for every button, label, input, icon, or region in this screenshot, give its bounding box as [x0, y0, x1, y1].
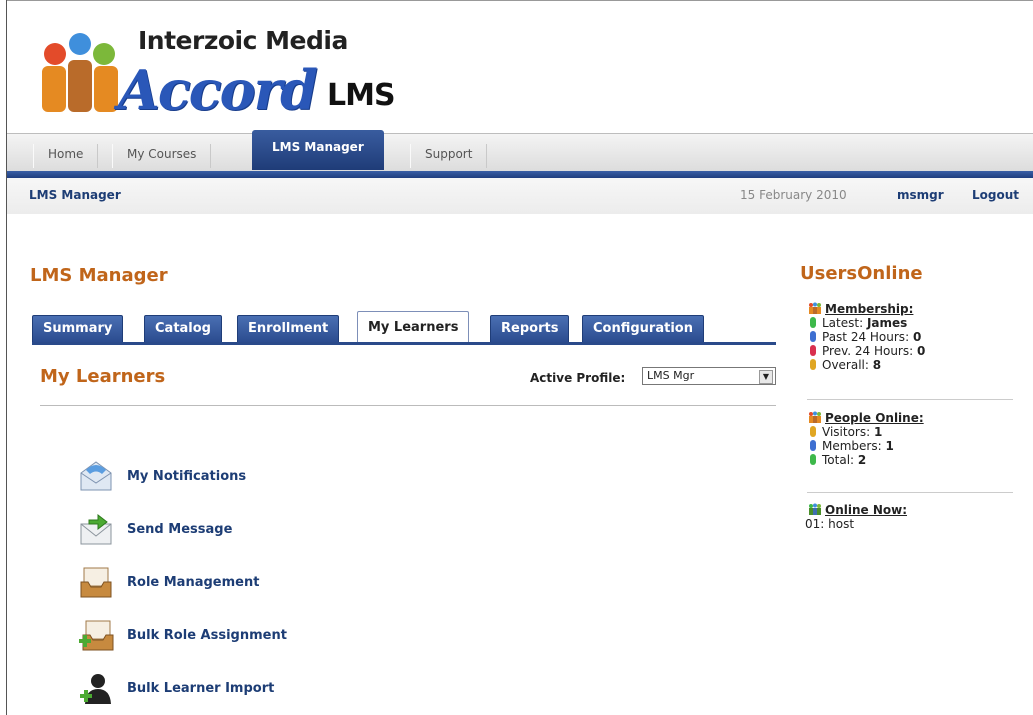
top-navigation: Home My Courses LMS Manager Support: [7, 130, 1033, 172]
prev24-label: Prev. 24 Hours:: [822, 344, 914, 358]
yellow-pin-icon: [810, 426, 816, 437]
inbox-tray-icon: [80, 567, 112, 598]
group-icon: [809, 503, 821, 515]
brand-product-suffix: LMS: [327, 78, 396, 113]
blue-pin-icon: [810, 440, 816, 451]
window-left-border: [6, 0, 7, 715]
inbox-tray-add-icon: [79, 620, 114, 651]
visitors-value: 1: [873, 425, 883, 439]
link-label: My Notifications: [127, 469, 247, 484]
nav-tab-lms-manager[interactable]: LMS Manager: [252, 130, 384, 170]
group-icon: [809, 411, 821, 423]
logout-link[interactable]: Logout: [972, 188, 1019, 202]
username-link[interactable]: msmgr: [897, 188, 944, 202]
divider: [40, 405, 776, 406]
manager-tabs: Summary Catalog Enrollment My Learners R…: [32, 311, 776, 344]
site-logo[interactable]: Interzoic Media Accord LMS: [40, 20, 440, 122]
membership-block: Membership: Latest: James Past 24 Hours:…: [808, 302, 925, 372]
window-top-border: [6, 0, 1033, 1]
tab-configuration[interactable]: Configuration: [582, 315, 704, 343]
latest-value: James: [866, 316, 908, 330]
nav-tab-home[interactable]: Home: [33, 144, 99, 168]
chevron-down-icon: ▼: [759, 370, 773, 384]
people-online-heading-label: People Online:: [825, 411, 924, 425]
past24-label: Past 24 Hours:: [822, 330, 910, 344]
people-visitors: Visitors: 1: [808, 425, 924, 439]
divider: [807, 492, 1013, 493]
group-icon: [809, 302, 821, 314]
tabs-underline: [32, 342, 776, 345]
online-now-entry[interactable]: 01: host: [805, 517, 907, 531]
link-label: Bulk Role Assignment: [127, 628, 287, 643]
green-pin-icon: [810, 317, 816, 328]
user-add-icon: [80, 674, 111, 704]
people-members: Members: 1: [808, 439, 924, 453]
prev24-value: 0: [917, 344, 926, 358]
visitors-label: Visitors:: [822, 425, 871, 439]
online-now-block: Online Now: 01: host: [805, 503, 907, 531]
tab-catalog[interactable]: Catalog: [144, 315, 222, 343]
brand-product-name: Accord: [118, 58, 318, 122]
page-title: LMS Manager: [30, 265, 168, 286]
send-message-icon: [80, 513, 112, 545]
total-label: Total:: [822, 453, 855, 467]
breadcrumb[interactable]: LMS Manager: [29, 188, 121, 202]
breadcrumb-bar: LMS Manager 15 February 2010 msmgr Logou…: [7, 178, 1033, 214]
latest-label: Latest:: [822, 316, 864, 330]
link-label: Send Message: [127, 522, 233, 537]
divider: [807, 399, 1013, 400]
people-online-block: People Online: Visitors: 1 Members: 1 To…: [808, 411, 924, 467]
past24-value: 0: [912, 330, 922, 344]
link-label: Bulk Learner Import: [127, 681, 275, 696]
membership-prev24: Prev. 24 Hours: 0: [808, 344, 925, 358]
tab-reports[interactable]: Reports: [490, 315, 570, 343]
link-label: Role Management: [127, 575, 260, 590]
members-value: 1: [885, 439, 894, 453]
green-pin-icon: [810, 454, 816, 465]
section-title: My Learners: [40, 366, 166, 387]
membership-past24: Past 24 Hours: 0: [808, 330, 925, 344]
current-date: 15 February 2010: [740, 188, 847, 202]
nav-tab-support[interactable]: Support: [410, 144, 488, 168]
overall-value: 8: [872, 358, 882, 372]
active-profile-label: Active Profile:: [530, 371, 626, 385]
tab-summary[interactable]: Summary: [32, 315, 124, 343]
tab-enrollment[interactable]: Enrollment: [237, 315, 340, 343]
nav-tab-my-courses[interactable]: My Courses: [112, 144, 212, 168]
people-total: Total: 2: [808, 453, 924, 467]
overall-label: Overall:: [822, 358, 869, 372]
people-online-heading[interactable]: People Online:: [808, 411, 924, 425]
online-now-heading-label: Online Now:: [825, 503, 908, 517]
active-profile-value: LMS Mgr: [647, 369, 695, 382]
yellow-pin-icon: [810, 359, 816, 370]
total-value: 2: [857, 453, 867, 467]
users-online-title: UsersOnline: [800, 263, 923, 284]
membership-heading[interactable]: Membership:: [808, 302, 925, 316]
red-pin-icon: [810, 345, 816, 356]
membership-latest: Latest: James: [808, 316, 925, 330]
members-label: Members:: [822, 439, 882, 453]
membership-overall: Overall: 8: [808, 358, 925, 372]
nav-underline: [7, 171, 1033, 178]
tab-my-learners[interactable]: My Learners: [357, 311, 470, 343]
membership-heading-label: Membership:: [825, 302, 914, 316]
blue-pin-icon: [810, 331, 816, 342]
envelope-open-icon: [80, 461, 112, 491]
active-profile-select[interactable]: LMS Mgr ▼: [642, 367, 776, 385]
online-now-heading[interactable]: Online Now:: [808, 503, 907, 517]
brand-company-name: Interzoic Media: [138, 26, 348, 55]
people-logo-icon: [42, 33, 118, 112]
